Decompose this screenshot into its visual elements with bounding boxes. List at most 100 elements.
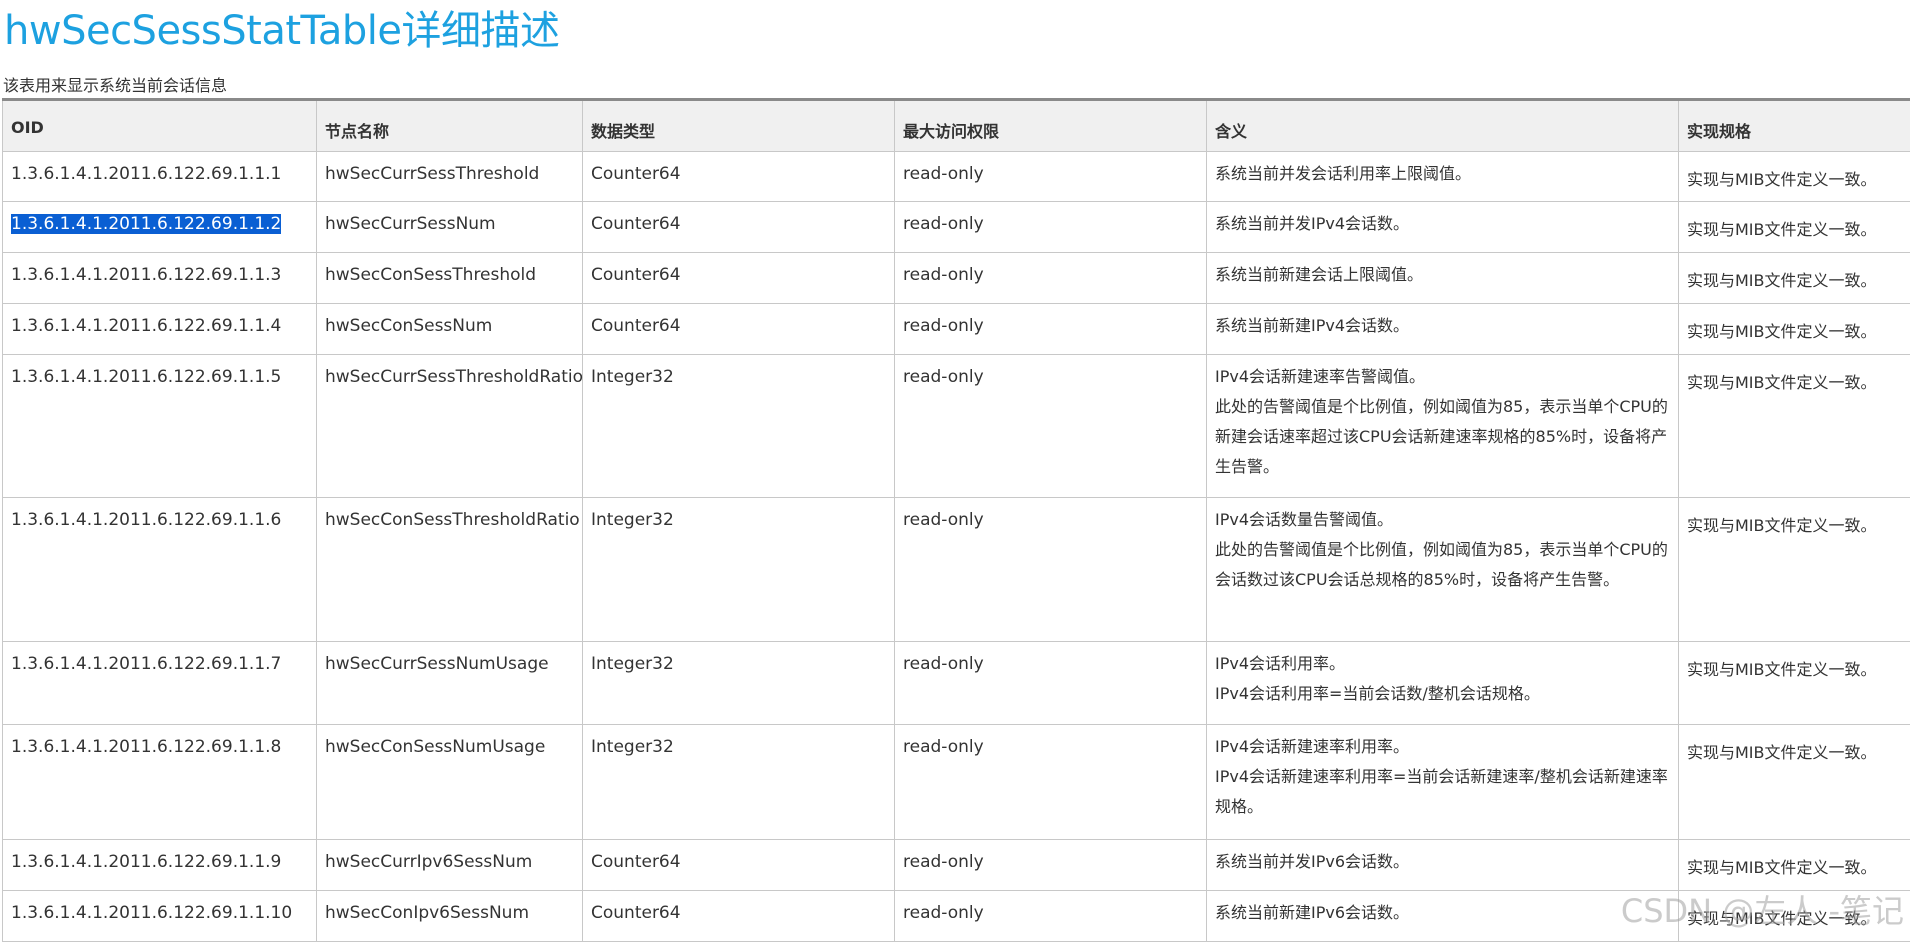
cell-spec: 实现与MIB文件定义一致。	[1679, 725, 1910, 840]
cell-node-name: hwSecConIpv6SessNum	[317, 891, 583, 942]
table-row: 1.3.6.1.4.1.2011.6.122.69.1.1.2 hwSecCurr…	[3, 202, 1910, 253]
cell-node-name: hwSecCurrSessNum	[317, 202, 583, 253]
cell-meaning: 系统当前新建IPv4会话数。	[1207, 304, 1679, 355]
oid-text: 1.3.6.1.4.1.2011.6.122.69.1.1.9	[11, 852, 281, 872]
cell-meaning: IPv4会话新建速率告警阈值。此处的告警阈值是个比例值，例如阈值为85，表示当单…	[1207, 355, 1679, 498]
meaning-paragraph: IPv4会话数量告警阈值。	[1215, 505, 1670, 535]
meaning-paragraph: 系统当前并发会话利用率上限阈值。	[1215, 159, 1670, 189]
table-caption: 该表用来显示系统当前会话信息	[3, 72, 227, 96]
cell-max-access: read-only	[895, 152, 1207, 202]
oid-text: 1.3.6.1.4.1.2011.6.122.69.1.1.7	[11, 654, 281, 674]
meaning-paragraph: 系统当前并发IPv4会话数。	[1215, 209, 1670, 239]
oid-text: 1.3.6.1.4.1.2011.6.122.69.1.1.6	[11, 510, 281, 530]
oid-text: 1.3.6.1.4.1.2011.6.122.69.1.1.8	[11, 737, 281, 757]
cell-meaning: 系统当前并发IPv6会话数。	[1207, 840, 1679, 891]
oid-text: 1.3.6.1.4.1.2011.6.122.69.1.1.2	[11, 214, 281, 234]
meaning-paragraph: IPv4会话新建速率利用率=当前会话新建速率/整机会话新建速率规格。	[1215, 762, 1670, 822]
table-row: 1.3.6.1.4.1.2011.6.122.69.1.1.10 hwSecCon…	[3, 891, 1910, 942]
cell-node-name: hwSecCurrSessNumUsage	[317, 642, 583, 725]
cell-node-name: hwSecCurrSessThreshold	[317, 152, 583, 202]
table-body: 1.3.6.1.4.1.2011.6.122.69.1.1.1 hwSecCurr…	[3, 152, 1910, 942]
cell-oid[interactable]: 1.3.6.1.4.1.2011.6.122.69.1.1.1	[3, 152, 317, 202]
cell-data-type: Counter64	[583, 891, 895, 942]
cell-meaning: 系统当前新建会话上限阈值。	[1207, 253, 1679, 304]
oid-text: 1.3.6.1.4.1.2011.6.122.69.1.1.4	[11, 316, 281, 336]
cell-max-access: read-only	[895, 355, 1207, 498]
oid-text: 1.3.6.1.4.1.2011.6.122.69.1.1.1	[11, 164, 281, 184]
cell-spec: 实现与MIB文件定义一致。	[1679, 253, 1910, 304]
cell-spec: 实现与MIB文件定义一致。	[1679, 840, 1910, 891]
meaning-paragraph: 此处的告警阈值是个比例值，例如阈值为85，表示当单个CPU的会话数过该CPU会话…	[1215, 535, 1670, 595]
cell-spec: 实现与MIB文件定义一致。	[1679, 355, 1910, 498]
header-node-name: 节点名称	[317, 100, 583, 152]
cell-meaning: 系统当前并发IPv4会话数。	[1207, 202, 1679, 253]
header-data-type: 数据类型	[583, 100, 895, 152]
cell-meaning: IPv4会话新建速率利用率。IPv4会话新建速率利用率=当前会话新建速率/整机会…	[1207, 725, 1679, 840]
cell-data-type: Integer32	[583, 498, 895, 642]
header-meaning: 含义	[1207, 100, 1679, 152]
table-row: 1.3.6.1.4.1.2011.6.122.69.1.1.9hwSecCurr…	[3, 840, 1910, 891]
cell-data-type: Counter64	[583, 253, 895, 304]
cell-spec: 实现与MIB文件定义一致。	[1679, 202, 1910, 253]
table-row: 1.3.6.1.4.1.2011.6.122.69.1.1.7 hwSecCurr…	[3, 642, 1910, 725]
table-row: 1.3.6.1.4.1.2011.6.122.69.1.1.8 hwSecConS…	[3, 725, 1910, 840]
table-row: 1.3.6.1.4.1.2011.6.122.69.1.1.6 hwSecConS…	[3, 498, 1910, 642]
cell-meaning: IPv4会话利用率。IPv4会话利用率=当前会话数/整机会话规格。	[1207, 642, 1679, 725]
oid-text: 1.3.6.1.4.1.2011.6.122.69.1.1.3	[11, 265, 281, 285]
cell-max-access: read-only	[895, 840, 1207, 891]
table-row: 1.3.6.1.4.1.2011.6.122.69.1.1.5hwSecCurr…	[3, 355, 1910, 498]
cell-max-access: read-only	[895, 202, 1207, 253]
meaning-paragraph: IPv4会话新建速率利用率。	[1215, 732, 1670, 762]
cell-spec: 实现与MIB文件定义一致。	[1679, 642, 1910, 725]
cell-meaning: 系统当前并发会话利用率上限阈值。	[1207, 152, 1679, 202]
cell-oid[interactable]: 1.3.6.1.4.1.2011.6.122.69.1.1.6	[3, 498, 317, 642]
table-row: 1.3.6.1.4.1.2011.6.122.69.1.1.1 hwSecCurr…	[3, 152, 1910, 202]
mib-table: OID 节点名称 数据类型 最大访问权限 含义 实现规格 1.3.6.1.4.1…	[2, 98, 1910, 942]
cell-oid[interactable]: 1.3.6.1.4.1.2011.6.122.69.1.1.7	[3, 642, 317, 725]
cell-node-name: hwSecConSessNumUsage	[317, 725, 583, 840]
table-row: 1.3.6.1.4.1.2011.6.122.69.1.1.4 hwSecConS…	[3, 304, 1910, 355]
meaning-paragraph: IPv4会话利用率。	[1215, 649, 1670, 679]
cell-node-name: hwSecConSessNum	[317, 304, 583, 355]
cell-data-type: Integer32	[583, 355, 895, 498]
header-max-access: 最大访问权限	[895, 100, 1207, 152]
page-title: hwSecSessStatTable详细描述	[4, 0, 559, 56]
cell-oid[interactable]: 1.3.6.1.4.1.2011.6.122.69.1.1.2	[3, 202, 317, 253]
cell-spec: 实现与MIB文件定义一致。	[1679, 891, 1910, 942]
cell-oid[interactable]: 1.3.6.1.4.1.2011.6.122.69.1.1.9	[3, 840, 317, 891]
cell-max-access: read-only	[895, 304, 1207, 355]
meaning-paragraph: 系统当前新建IPv4会话数。	[1215, 311, 1670, 341]
cell-node-name: hwSecConSessThreshold	[317, 253, 583, 304]
cell-oid[interactable]: 1.3.6.1.4.1.2011.6.122.69.1.1.10	[3, 891, 317, 942]
cell-max-access: read-only	[895, 642, 1207, 725]
meaning-paragraph: IPv4会话新建速率告警阈值。	[1215, 362, 1670, 392]
oid-text: 1.3.6.1.4.1.2011.6.122.69.1.1.10	[11, 903, 292, 923]
cell-max-access: read-only	[895, 253, 1207, 304]
cell-max-access: read-only	[895, 891, 1207, 942]
meaning-paragraph: 系统当前新建IPv6会话数。	[1215, 898, 1670, 928]
cell-data-type: Counter64	[583, 202, 895, 253]
cell-data-type: Integer32	[583, 642, 895, 725]
cell-data-type: Counter64	[583, 304, 895, 355]
cell-max-access: read-only	[895, 725, 1207, 840]
meaning-paragraph: IPv4会话利用率=当前会话数/整机会话规格。	[1215, 679, 1670, 709]
cell-data-type: Counter64	[583, 152, 895, 202]
cell-oid[interactable]: 1.3.6.1.4.1.2011.6.122.69.1.1.3	[3, 253, 317, 304]
meaning-paragraph: 此处的告警阈值是个比例值，例如阈值为85，表示当单个CPU的新建会话速率超过该C…	[1215, 392, 1670, 482]
cell-max-access: read-only	[895, 498, 1207, 642]
table-header-row: OID 节点名称 数据类型 最大访问权限 含义 实现规格	[3, 100, 1910, 152]
cell-oid[interactable]: 1.3.6.1.4.1.2011.6.122.69.1.1.8	[3, 725, 317, 840]
header-spec: 实现规格	[1679, 100, 1910, 152]
cell-oid[interactable]: 1.3.6.1.4.1.2011.6.122.69.1.1.4	[3, 304, 317, 355]
meaning-paragraph: 系统当前新建会话上限阈值。	[1215, 260, 1670, 290]
cell-meaning: IPv4会话数量告警阈值。此处的告警阈值是个比例值，例如阈值为85，表示当单个C…	[1207, 498, 1679, 642]
cell-spec: 实现与MIB文件定义一致。	[1679, 152, 1910, 202]
cell-data-type: Counter64	[583, 840, 895, 891]
cell-spec: 实现与MIB文件定义一致。	[1679, 498, 1910, 642]
cell-node-name: hwSecConSessThresholdRatio	[317, 498, 583, 642]
oid-text: 1.3.6.1.4.1.2011.6.122.69.1.1.5	[11, 367, 281, 387]
meaning-paragraph: 系统当前并发IPv6会话数。	[1215, 847, 1670, 877]
cell-data-type: Integer32	[583, 725, 895, 840]
cell-oid[interactable]: 1.3.6.1.4.1.2011.6.122.69.1.1.5	[3, 355, 317, 498]
table-row: 1.3.6.1.4.1.2011.6.122.69.1.1.3 hwSecConS…	[3, 253, 1910, 304]
